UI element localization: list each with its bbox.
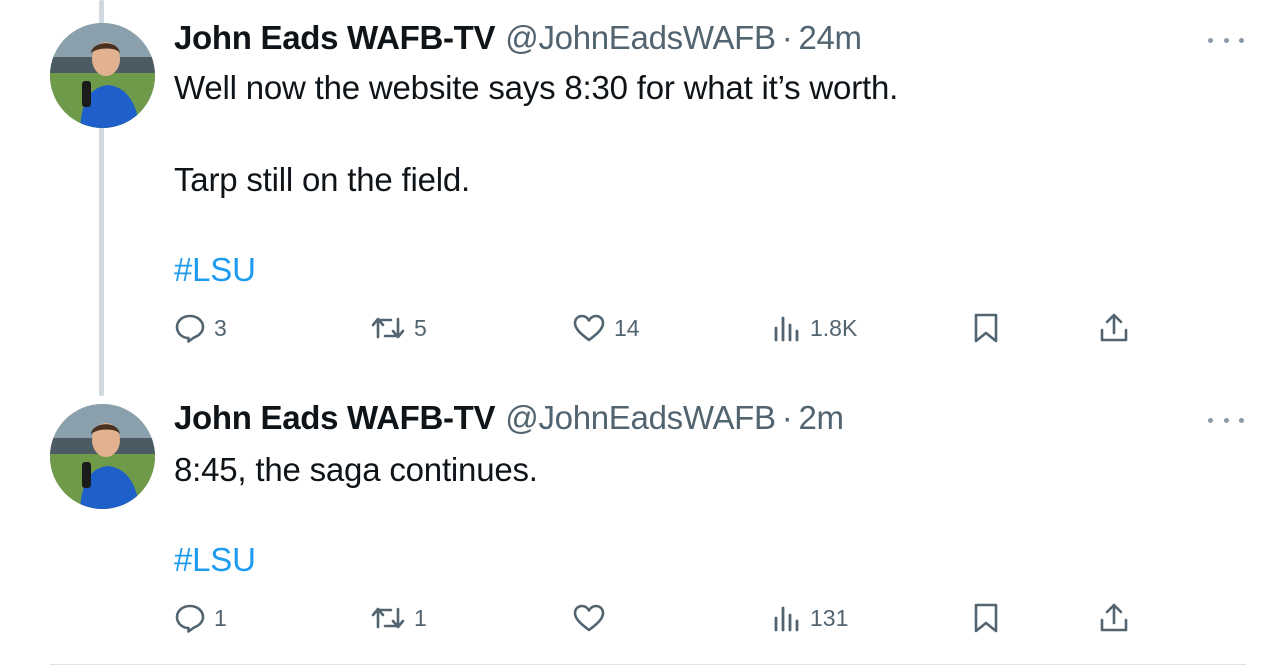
separator-dot: · bbox=[781, 399, 793, 436]
hashtag-link[interactable]: #LSU bbox=[174, 540, 256, 580]
repost-button[interactable]: 5 bbox=[370, 306, 427, 350]
divider bbox=[50, 664, 1246, 665]
display-name[interactable]: John Eads WAFB-TV bbox=[174, 399, 496, 436]
reply-icon bbox=[175, 314, 205, 343]
tweet-text-line: Tarp still on the field. bbox=[174, 161, 471, 198]
tweet-actions: 1 1 131 bbox=[0, 596, 1280, 640]
share-icon bbox=[1100, 603, 1128, 632]
repost-button[interactable]: 1 bbox=[370, 596, 427, 640]
like-count: 14 bbox=[614, 314, 640, 341]
like-icon bbox=[573, 604, 605, 632]
views-icon bbox=[774, 316, 799, 342]
user-handle[interactable]: @JohnEadsWAFB bbox=[505, 19, 776, 56]
repost-count: 5 bbox=[414, 314, 427, 341]
bookmark-button[interactable] bbox=[972, 306, 1000, 350]
reply-count: 1 bbox=[214, 604, 227, 631]
more-icon[interactable] bbox=[1208, 410, 1244, 430]
tweet[interactable]: John Eads WAFB-TV @JohnEadsWAFB · 24m Well … bbox=[0, 0, 1280, 396]
display-name[interactable]: John Eads WAFB-TV bbox=[174, 19, 496, 56]
views-icon bbox=[774, 606, 799, 632]
like-icon bbox=[573, 314, 605, 342]
share-icon bbox=[1100, 313, 1128, 342]
bookmark-icon bbox=[974, 313, 998, 343]
hashtag-link[interactable]: #LSU bbox=[174, 250, 256, 290]
bookmark-icon bbox=[974, 603, 998, 633]
reply-button[interactable]: 3 bbox=[174, 306, 227, 350]
timestamp[interactable]: 2m bbox=[798, 399, 844, 436]
like-button[interactable]: 14 bbox=[572, 306, 640, 350]
more-icon[interactable] bbox=[1208, 30, 1244, 50]
bookmark-button[interactable] bbox=[972, 596, 1000, 640]
views-count: 1.8K bbox=[810, 314, 858, 341]
views-button[interactable]: 131 bbox=[772, 596, 848, 640]
tweet-text-line: Well now the website says 8:30 for what … bbox=[174, 69, 899, 106]
share-button[interactable] bbox=[1098, 596, 1130, 640]
tweet-text-line: 8:45, the saga continues. bbox=[174, 451, 538, 488]
avatar[interactable] bbox=[50, 404, 155, 509]
views-count: 131 bbox=[810, 604, 849, 631]
views-button[interactable]: 1.8K bbox=[772, 306, 857, 350]
share-button[interactable] bbox=[1098, 306, 1130, 350]
repost-icon bbox=[371, 317, 405, 339]
repost-count: 1 bbox=[414, 604, 427, 631]
user-handle[interactable]: @JohnEadsWAFB bbox=[505, 399, 776, 436]
timestamp[interactable]: 24m bbox=[798, 19, 862, 56]
repost-icon bbox=[371, 607, 405, 629]
like-button[interactable] bbox=[572, 596, 614, 640]
tweet-actions: 3 5 14 1.8K bbox=[0, 306, 1280, 350]
separator-dot: · bbox=[781, 19, 793, 56]
avatar[interactable] bbox=[50, 23, 155, 128]
reply-icon bbox=[175, 604, 205, 633]
reply-count: 3 bbox=[214, 314, 227, 341]
tweet[interactable]: John Eads WAFB-TV @JohnEadsWAFB · 2m 8:45, … bbox=[0, 396, 1280, 668]
reply-button[interactable]: 1 bbox=[174, 596, 227, 640]
